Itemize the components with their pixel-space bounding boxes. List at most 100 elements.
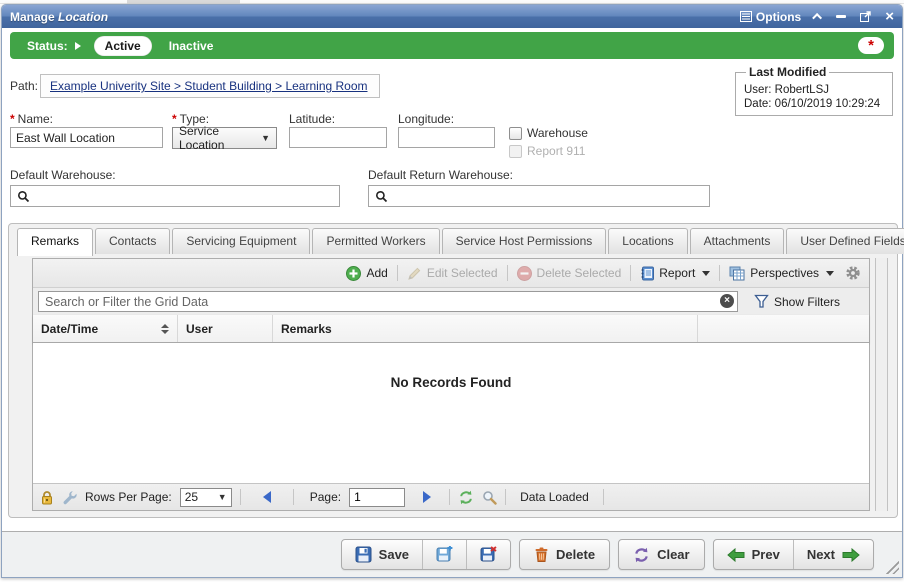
grid-settings-button[interactable]	[845, 265, 861, 281]
minimize-button[interactable]	[836, 15, 846, 18]
next-page-button[interactable]	[423, 491, 431, 503]
clear-refresh-icon	[633, 547, 650, 563]
required-asterisk: *	[10, 112, 15, 126]
type-dropdown[interactable]: Service Location ▼	[172, 127, 277, 149]
breadcrumb[interactable]: Example Univerity Site > Student Buildin…	[50, 79, 368, 93]
save-close-icon	[480, 546, 497, 563]
status-bar: Status: Active Inactive *	[10, 32, 894, 59]
titlebar: Manage Location Options ×	[2, 5, 902, 28]
collapse-button[interactable]	[815, 13, 822, 20]
pager-separator	[240, 489, 241, 505]
refresh-icon	[458, 490, 474, 505]
type-selected-value: Service Location	[179, 124, 255, 152]
options-label: Options	[756, 10, 801, 24]
prev-button[interactable]: Prev	[714, 540, 794, 569]
tab-attachments[interactable]: Attachments	[690, 228, 785, 254]
tab-remarks[interactable]: Remarks	[17, 228, 93, 256]
latitude-field[interactable]	[289, 127, 387, 148]
delete-selected-button[interactable]: Delete Selected	[517, 266, 622, 281]
default-return-warehouse-lookup[interactable]	[368, 185, 710, 207]
footer-action-bar: Save Delete Clear Prev Next	[2, 531, 902, 577]
tab-service-host-permissions[interactable]: Service Host Permissions	[442, 228, 607, 254]
remarks-grid: Add Edit Selected Delete Selected Report	[32, 258, 870, 511]
options-button[interactable]: Options	[740, 10, 801, 24]
previous-page-button[interactable]	[263, 491, 271, 503]
warehouse-checkbox[interactable]	[509, 127, 522, 140]
status-inactive-toggle[interactable]: Inactive	[169, 39, 214, 53]
default-warehouse-lookup[interactable]	[10, 185, 340, 207]
next-button[interactable]: Next	[794, 540, 873, 569]
default-warehouse-label: Default Warehouse:	[10, 168, 116, 182]
minimize-icon	[836, 15, 846, 18]
perspectives-menu-button[interactable]: Perspectives	[729, 266, 834, 281]
wrench-icon	[62, 490, 77, 505]
required-indicator-badge[interactable]: *	[858, 37, 884, 54]
grid-pager: Rows Per Page: 25 ▼ Page:	[33, 483, 869, 510]
rows-per-page-dropdown[interactable]: 25 ▼	[180, 488, 232, 507]
empty-state-message: No Records Found	[33, 375, 869, 390]
report-menu-button[interactable]: Report	[640, 266, 710, 281]
lock-columns-button[interactable]	[40, 490, 54, 505]
name-field[interactable]	[10, 127, 163, 148]
warehouse-label: Warehouse	[527, 126, 588, 140]
grid-body: No Records Found	[33, 343, 869, 483]
last-modified-panel: Last Modified User: RobertLSJ Date: 06/1…	[735, 65, 893, 116]
lock-icon	[40, 490, 54, 505]
grid-tools-button[interactable]	[62, 490, 77, 505]
pager-separator	[603, 489, 604, 505]
tab-servicing-equipment[interactable]: Servicing Equipment	[172, 228, 310, 254]
chevron-down-icon	[826, 271, 834, 276]
close-icon: ×	[885, 9, 894, 24]
grid-side-scroll-strip[interactable]	[875, 258, 888, 511]
gear-icon	[845, 265, 861, 281]
magnifier-icon	[482, 490, 497, 505]
page-number-input[interactable]	[349, 488, 405, 507]
save-disk-icon	[355, 546, 372, 563]
longitude-field[interactable]	[398, 127, 495, 148]
perspectives-icon	[729, 266, 745, 281]
add-button[interactable]: Add	[346, 266, 387, 281]
popout-button[interactable]	[860, 11, 871, 22]
trash-icon	[534, 546, 549, 563]
last-modified-title: Last Modified	[746, 65, 829, 79]
delete-button[interactable]: Delete	[519, 539, 610, 570]
remove-icon	[517, 266, 532, 281]
tab-permitted-workers[interactable]: Permitted Workers	[312, 228, 439, 254]
toolbar-separator	[630, 265, 631, 281]
grid-toolbar: Add Edit Selected Delete Selected Report	[33, 259, 869, 288]
arrow-left-icon	[727, 548, 745, 562]
tab-locations[interactable]: Locations	[608, 228, 687, 254]
pager-separator	[505, 489, 506, 505]
window-title-entity: Location	[58, 10, 108, 24]
column-header-remarks[interactable]: Remarks	[273, 315, 698, 342]
refresh-grid-button[interactable]	[458, 490, 474, 505]
arrow-right-icon	[842, 548, 860, 562]
manage-location-window: Manage Location Options × Status: Active…	[1, 4, 903, 578]
detail-tab-panel: Remarks Contacts Servicing Equipment Per…	[8, 223, 898, 518]
clear-search-icon[interactable]: ×	[720, 294, 734, 308]
save-button-group: Save	[341, 539, 511, 570]
required-asterisk: *	[172, 112, 177, 126]
close-button[interactable]: ×	[885, 9, 894, 24]
search-icon	[17, 190, 30, 203]
save-and-close-button[interactable]	[467, 540, 510, 569]
column-header-user[interactable]: User	[178, 315, 273, 342]
status-arrow-icon	[75, 42, 81, 50]
edit-selected-button[interactable]: Edit Selected	[407, 266, 498, 281]
default-return-warehouse-label: Default Return Warehouse:	[368, 168, 513, 182]
save-button[interactable]: Save	[342, 540, 423, 569]
tab-contacts[interactable]: Contacts	[95, 228, 170, 254]
grid-search-input[interactable]	[38, 291, 738, 312]
longitude-label: Longitude:	[398, 112, 454, 126]
clear-button[interactable]: Clear	[618, 539, 705, 570]
status-active-toggle[interactable]: Active	[94, 36, 152, 56]
save-and-add-button[interactable]	[423, 540, 467, 569]
last-modified-user: User: RobertLSJ	[744, 84, 884, 96]
column-header-datetime[interactable]: Date/Time	[33, 315, 178, 342]
chevron-up-icon	[812, 13, 822, 23]
show-filters-button[interactable]: Show Filters	[754, 294, 840, 309]
zoom-grid-button[interactable]	[482, 490, 497, 505]
search-icon	[375, 190, 388, 203]
chevron-down-icon	[702, 271, 710, 276]
tab-user-defined-fields[interactable]: User Defined Fields	[786, 228, 904, 254]
